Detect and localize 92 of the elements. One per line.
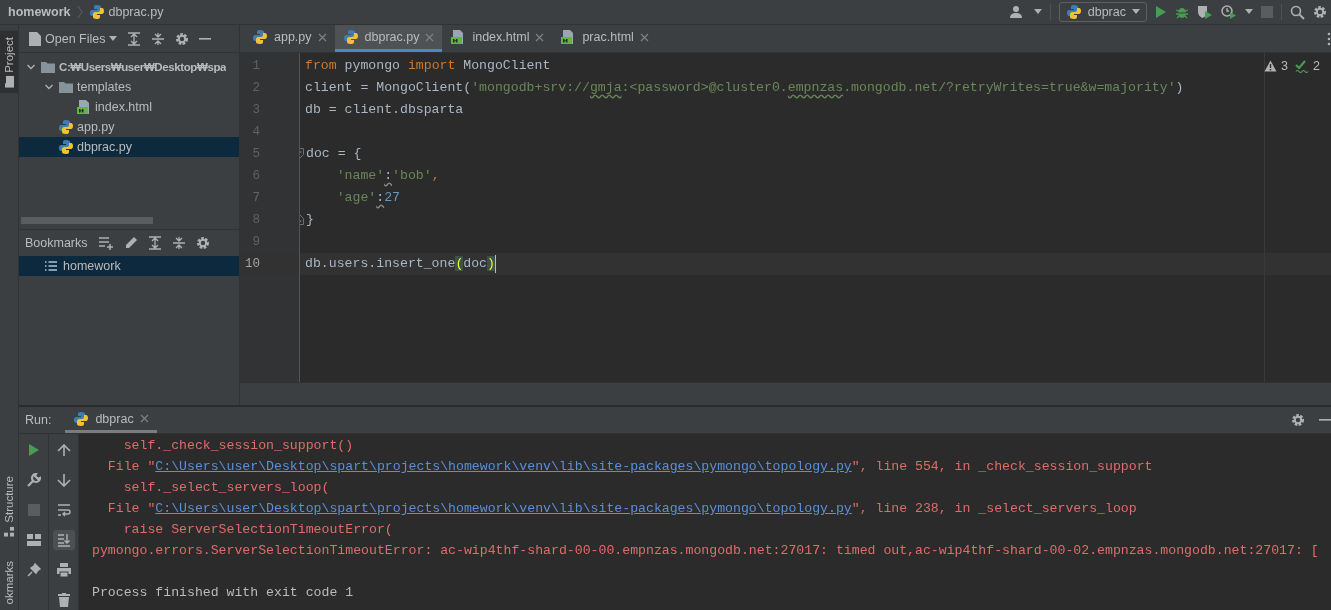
settings-icon[interactable] xyxy=(1313,5,1327,19)
settings-icon[interactable] xyxy=(175,31,190,46)
editor-tab[interactable]: prac.html xyxy=(552,25,657,52)
python-icon xyxy=(1065,4,1082,20)
editor-tab[interactable]: app.py xyxy=(244,25,335,52)
down-arrow-icon[interactable] xyxy=(56,473,71,487)
file-link[interactable]: C:\Users\user\Desktop\spart\projects\homework\venv\lib\site-packages\pymongo\topology.py xyxy=(155,498,852,519)
soft-wrap-icon[interactable] xyxy=(56,503,71,517)
rerun-icon[interactable] xyxy=(27,443,40,457)
settings-icon[interactable] xyxy=(1291,413,1305,427)
folder-icon xyxy=(40,60,56,74)
caret-icon[interactable] xyxy=(1245,9,1253,15)
python-file-icon xyxy=(252,29,268,45)
list-icon xyxy=(44,260,58,272)
tool-window-tab[interactable]: okmarks xyxy=(0,560,18,610)
wrench-icon[interactable] xyxy=(26,473,41,487)
caret-icon xyxy=(1132,9,1140,15)
close-icon[interactable] xyxy=(139,414,149,423)
tree-item[interactable]: app.py xyxy=(19,117,239,137)
trash-icon[interactable] xyxy=(57,593,70,607)
panel-title: Bookmarks xyxy=(25,236,88,250)
breadcrumb-item[interactable]: homework xyxy=(8,5,71,19)
check-icon xyxy=(1295,59,1310,73)
expand-all-icon[interactable] xyxy=(127,31,142,46)
tool-window-tab[interactable]: Project xyxy=(0,31,18,93)
tool-window-tab[interactable]: Structure xyxy=(0,469,18,543)
code-line: from pymongo import MongoClient xyxy=(305,57,551,75)
bookmark-item[interactable]: homework xyxy=(19,256,239,276)
run-icon[interactable] xyxy=(1155,5,1167,19)
caret-icon xyxy=(109,35,118,42)
console-text: pymongo.errors.ServerSelectionTimeoutError: ac-wip4thf-shard-00-00.empnzas.mongodb.net:27017: timed out,ac-wip4thf-shard-00-02.empnzas.mongodb.net:27017: [ xyxy=(92,542,1319,560)
search-icon[interactable] xyxy=(1290,4,1305,20)
console-text: Process finished with exit code 1 xyxy=(92,584,354,602)
console-text: File " xyxy=(106,500,156,518)
debug-icon[interactable] xyxy=(1175,5,1189,19)
breadcrumb-item[interactable]: dbprac.py xyxy=(108,5,164,19)
console-text: self._check_session_support() xyxy=(122,437,354,455)
up-arrow-icon[interactable] xyxy=(56,444,71,456)
text-cursor xyxy=(494,255,496,273)
inspection-widget[interactable]: 3 2 xyxy=(1264,59,1323,73)
layout-icon[interactable] xyxy=(26,534,41,546)
folder-icon xyxy=(4,75,14,88)
pin-icon[interactable] xyxy=(26,563,41,577)
code-line: 'name':'bob', xyxy=(335,167,440,185)
code-line: } xyxy=(306,211,314,229)
add-list-icon[interactable] xyxy=(97,236,114,250)
scrollbar[interactable] xyxy=(21,217,153,224)
file-icon xyxy=(29,31,41,46)
close-icon[interactable] xyxy=(639,32,649,42)
edit-icon[interactable] xyxy=(123,236,138,250)
structure-icon xyxy=(4,526,14,537)
console-text: self._select_servers_loop( xyxy=(122,479,330,497)
code-line: client = MongoClient('mongodb+srv://gmja:<password>@cluster0.empnzas.mongodb.net/?retryWrites=true&w=majority') xyxy=(305,79,1184,97)
chevron-icon xyxy=(76,5,83,19)
python-file-icon xyxy=(58,139,74,155)
tree-item[interactable]: dbprac.py xyxy=(19,137,239,157)
editor-tab[interactable]: dbprac.py xyxy=(334,25,443,52)
close-icon[interactable] xyxy=(535,32,545,42)
settings-icon[interactable] xyxy=(195,236,210,250)
collapse-all-icon[interactable] xyxy=(171,236,186,250)
console-text: ", line 238, in _select_servers_loop xyxy=(851,500,1137,518)
warning-icon xyxy=(1264,60,1278,72)
html-file-icon xyxy=(76,99,92,115)
more-icon[interactable] xyxy=(1327,32,1331,46)
editor-tab[interactable]: index.html xyxy=(442,25,553,52)
expand-all-icon[interactable] xyxy=(147,236,162,250)
caret-icon[interactable] xyxy=(1033,9,1042,15)
panel-title: Run: xyxy=(25,413,52,427)
file-link[interactable]: C:\Users\user\Desktop\spart\projects\homework\venv\lib\site-packages\pymongo\topology.py xyxy=(155,456,852,477)
collapse-all-icon[interactable] xyxy=(151,31,166,46)
python-file-icon xyxy=(88,4,105,20)
code-line: db.users.insert_one(doc) xyxy=(305,255,495,273)
close-icon[interactable] xyxy=(317,32,327,42)
python-file-icon xyxy=(58,119,74,135)
scroll-to-end-icon[interactable] xyxy=(56,533,71,547)
tree-item[interactable]: index.html xyxy=(19,97,239,117)
view-dropdown[interactable]: Open Files xyxy=(29,31,118,46)
print-icon[interactable] xyxy=(56,563,71,577)
code-line: 'age':27 xyxy=(335,189,400,207)
console-text: ", line 554, in _check_session_support xyxy=(851,458,1153,476)
profile-icon[interactable] xyxy=(1221,5,1237,19)
run-configuration-dropdown[interactable]: dbprac xyxy=(1058,2,1147,22)
code-line: db = client.dbsparta xyxy=(305,101,464,119)
coverage-icon[interactable] xyxy=(1197,5,1213,19)
console-text: File " xyxy=(106,458,156,476)
code-line: doc = { xyxy=(306,145,362,163)
folder-icon xyxy=(58,80,74,94)
python-file-icon xyxy=(342,29,359,45)
python-icon xyxy=(73,410,90,427)
console-text: raise ServerSelectionTimeoutError( xyxy=(122,521,393,539)
tree-item[interactable]: templates xyxy=(19,77,239,97)
tree-item[interactable]: C:₩Users₩user₩Desktop₩spa xyxy=(19,57,239,77)
